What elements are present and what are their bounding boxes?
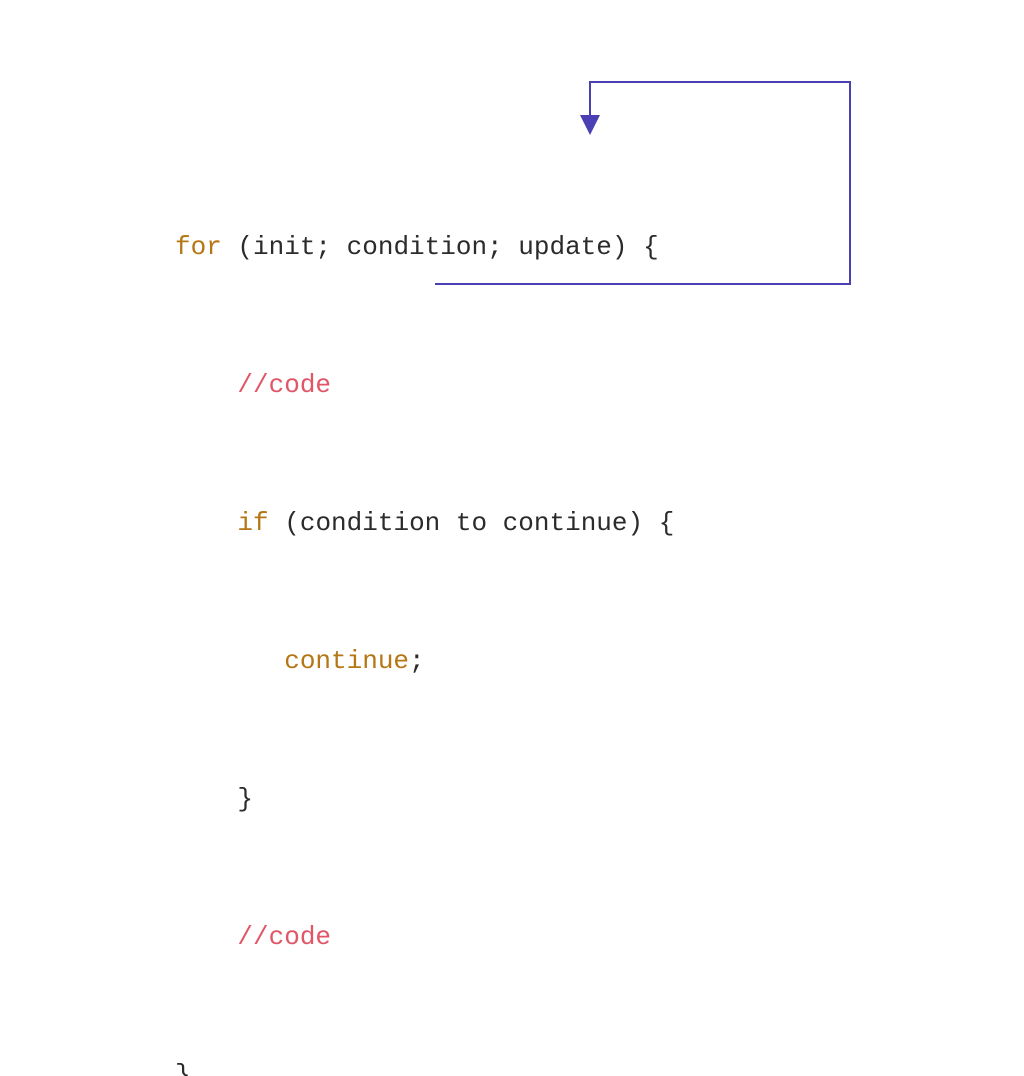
comment-2: //code — [237, 922, 331, 952]
for-args: (init; condition; update) { — [222, 232, 659, 262]
code-line-4: continue; — [175, 638, 674, 684]
close-brace-inner: } — [237, 784, 253, 814]
close-brace-outer: } — [175, 1060, 191, 1076]
code-block: for (init; condition; update) { //code i… — [175, 132, 674, 1076]
if-args: (condition to continue) { — [269, 508, 675, 538]
code-line-7: } — [175, 1052, 674, 1076]
comment-1: //code — [237, 370, 331, 400]
code-line-2: //code — [175, 362, 674, 408]
continue-semicolon: ; — [409, 646, 425, 676]
code-line-3: if (condition to continue) { — [175, 500, 674, 546]
code-line-5: } — [175, 776, 674, 822]
continue-keyword: continue — [284, 646, 409, 676]
code-line-6: //code — [175, 914, 674, 960]
for-keyword: for — [175, 232, 222, 262]
code-line-1: for (init; condition; update) { — [175, 224, 674, 270]
if-keyword: if — [237, 508, 268, 538]
